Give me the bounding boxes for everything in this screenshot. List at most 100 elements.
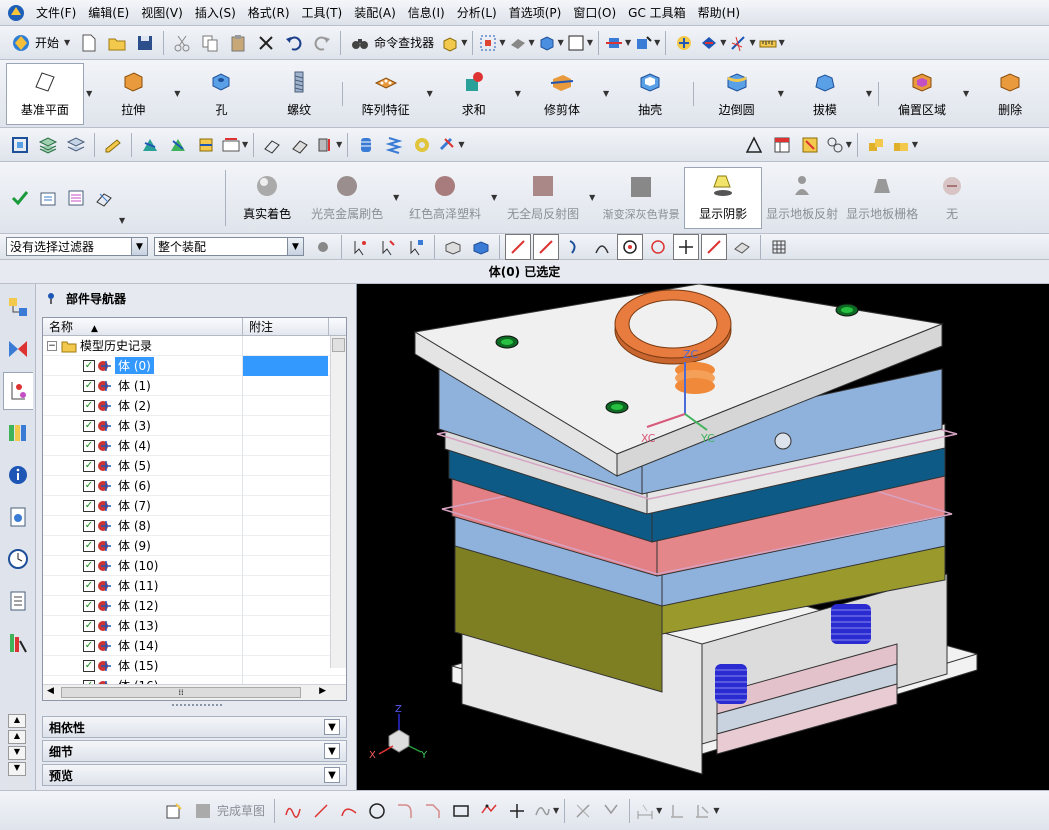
process-studio-tab[interactable]: [3, 582, 33, 620]
menu-help[interactable]: 帮助(H): [692, 0, 746, 26]
tree-row-body[interactable]: ✓ 体 (12): [43, 595, 346, 616]
menu-insert[interactable]: 插入(S): [189, 0, 242, 26]
snap-intersection-button[interactable]: [589, 234, 615, 260]
chevron-down-icon[interactable]: ▼: [390, 167, 402, 229]
standard-part-button[interactable]: ▼: [437, 132, 464, 158]
grid-snap-button[interactable]: [766, 234, 792, 260]
constraint-button[interactable]: [664, 798, 690, 824]
reuse-library-tab[interactable]: [3, 414, 33, 452]
snap-midpoint-button[interactable]: [533, 233, 559, 260]
gold-part-2-button[interactable]: ▼: [891, 132, 918, 158]
graphics-window[interactable]: ZC XC YC Z X Y: [357, 284, 1049, 790]
visibility-checkbox[interactable]: ✓: [83, 539, 95, 552]
chevron-down-icon[interactable]: ▼: [119, 216, 125, 225]
command-finder-button[interactable]: 命令查找器: [346, 30, 438, 56]
sprue-bushing[interactable]: [675, 362, 715, 394]
trim-body-button[interactable]: 修剪体: [523, 63, 601, 125]
menu-analysis[interactable]: 分析(L): [451, 0, 503, 26]
horizontal-scrollbar[interactable]: ◀ ⁞⁞ ▶: [43, 684, 346, 700]
circle-button[interactable]: [364, 798, 390, 824]
layer-button[interactable]: [35, 132, 61, 158]
visibility-checkbox[interactable]: ✓: [83, 659, 95, 672]
chevron-down-icon[interactable]: ▼: [586, 167, 598, 229]
visibility-checkbox[interactable]: ✓: [83, 519, 95, 532]
chevron-down-icon[interactable]: ▼: [324, 719, 340, 735]
chevron-down-icon[interactable]: ▼: [601, 63, 612, 125]
shaded-edges-button[interactable]: [287, 132, 313, 158]
chevron-down-icon[interactable]: ▼: [513, 63, 524, 125]
chevron-down-icon[interactable]: ▼: [324, 767, 340, 783]
studio-spline-button[interactable]: ▼: [532, 798, 559, 824]
visibility-checkbox[interactable]: ✓: [83, 379, 95, 392]
view-triad[interactable]: Z X Y: [369, 704, 428, 761]
vertical-scrollbar[interactable]: [330, 336, 346, 668]
text-note-button[interactable]: ▼: [221, 132, 248, 158]
snap-on-curve-button[interactable]: [701, 233, 727, 260]
triangle-tool-button[interactable]: [741, 132, 767, 158]
menu-view[interactable]: 视图(V): [135, 0, 189, 26]
spring-button[interactable]: [381, 132, 407, 158]
assembly-navigator-tab[interactable]: [3, 288, 33, 326]
chevron-down-icon[interactable]: ▼: [488, 167, 500, 229]
menu-info[interactable]: 信息(I): [402, 0, 451, 26]
snap-center-button[interactable]: [617, 233, 643, 260]
line-button[interactable]: [308, 798, 334, 824]
chevron-down-icon[interactable]: ▼: [776, 63, 787, 125]
delete-face-button[interactable]: 删除: [971, 63, 1049, 125]
tree-row-body[interactable]: ✓ 体 (6): [43, 475, 346, 496]
reflection-map-button[interactable]: 无全局反射图: [500, 167, 586, 229]
web-browser-tab[interactable]: [3, 456, 33, 494]
scroll-thumb[interactable]: ⁞⁞: [61, 687, 301, 698]
menu-preferences[interactable]: 首选项(P): [503, 0, 568, 26]
render-style-button[interactable]: ▼: [508, 30, 535, 56]
menu-assembly[interactable]: 装配(A): [348, 0, 402, 26]
examine-button[interactable]: [35, 185, 61, 211]
new-button[interactable]: [76, 30, 102, 56]
edge-blend-button[interactable]: 边倒圆: [698, 63, 776, 125]
tree-row-body[interactable]: ✓ 体 (3): [43, 415, 346, 436]
extrude-button[interactable]: 拉伸: [94, 63, 172, 125]
tree-row-body[interactable]: ✓ 体 (0): [43, 355, 346, 376]
visibility-checkbox[interactable]: ✓: [83, 479, 95, 492]
chevron-down-icon[interactable]: ▼: [424, 63, 435, 125]
background-gradient-button[interactable]: 渐变深灰色背景: [598, 167, 684, 229]
chevron-down-icon[interactable]: ▼: [324, 743, 340, 759]
offset-region-button[interactable]: 偏置区域: [883, 63, 961, 125]
csys-button[interactable]: ▼: [728, 30, 756, 56]
visibility-checkbox[interactable]: ✓: [83, 559, 95, 572]
tree-row-body[interactable]: ✓ 体 (5): [43, 455, 346, 476]
arc-button[interactable]: [336, 798, 362, 824]
constraint-navigator-tab[interactable]: [3, 330, 33, 368]
scroll-down-icon[interactable]: ▼: [8, 762, 26, 776]
chevron-down-icon[interactable]: ▼: [172, 63, 183, 125]
move-component-button[interactable]: ▼: [604, 30, 631, 56]
chevron-down-icon[interactable]: ▼: [84, 63, 95, 125]
quick-trim-button[interactable]: [570, 798, 596, 824]
tree-row-body[interactable]: ✓ 体 (14): [43, 635, 346, 656]
snap-select-3-button[interactable]: [403, 234, 429, 260]
menu-format[interactable]: 格式(R): [242, 0, 296, 26]
history-tab[interactable]: [3, 498, 33, 536]
metal-material-button[interactable]: 光亮金属刷色: [304, 167, 390, 229]
locating-ring[interactable]: [614, 289, 732, 365]
resource-bar-scroll[interactable]: ▲ ▲ ▼ ▼: [6, 712, 28, 790]
true-shading-button[interactable]: 真实着色: [230, 167, 304, 229]
tree-row-body[interactable]: ✓ 体 (8): [43, 515, 346, 536]
spring-right[interactable]: [831, 604, 871, 644]
visibility-checkbox[interactable]: ✓: [83, 599, 95, 612]
part-navigator-tab[interactable]: [3, 372, 33, 410]
redo-button[interactable]: [309, 30, 335, 56]
chevron-down-icon[interactable]: ▼: [864, 63, 875, 125]
visibility-checkbox[interactable]: ✓: [83, 439, 95, 452]
polygon-button[interactable]: [476, 798, 502, 824]
tree-row-body[interactable]: ✓ 体 (7): [43, 495, 346, 516]
dimension-button[interactable]: ▼: [635, 798, 662, 824]
cut-button[interactable]: [169, 30, 195, 56]
draft-button[interactable]: 拔模: [786, 63, 864, 125]
column-name-header[interactable]: 名称 ▲: [43, 318, 243, 335]
assembly-constraint-button[interactable]: ▼: [633, 30, 660, 56]
profile-button[interactable]: [280, 798, 306, 824]
tree-row-body[interactable]: ✓ 体 (4): [43, 435, 346, 456]
menu-tools[interactable]: 工具(T): [296, 0, 349, 26]
tree-root-row[interactable]: − 模型历史记录: [43, 335, 346, 356]
